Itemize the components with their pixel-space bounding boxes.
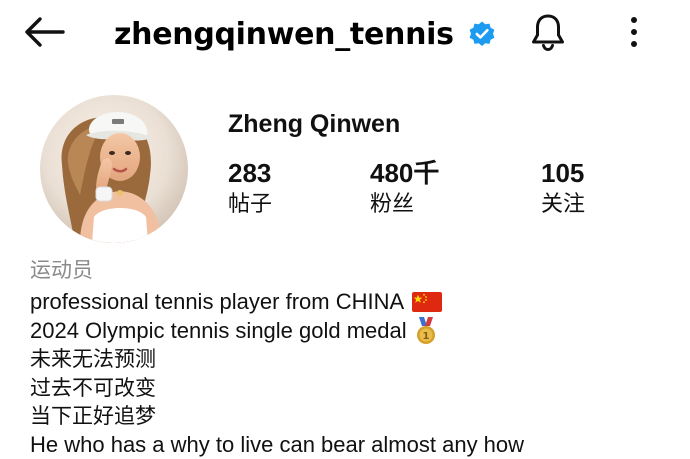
bio-line-text: 当下正好追梦 xyxy=(30,402,156,431)
profile-display-name: Zheng Qinwen xyxy=(228,110,400,139)
bio-line: 未来无法预测 xyxy=(30,345,680,374)
stat-followers-count: 480千 xyxy=(370,156,439,190)
profile-username: zhengqinwen_tennis xyxy=(114,17,454,52)
profile-category: 运动员 xyxy=(30,254,93,284)
title-area: zhengqinwen_tennis xyxy=(114,12,496,56)
bio-line-text: 2024 Olympic tennis single gold medal xyxy=(30,317,407,346)
stat-posts-label: 帖子 xyxy=(228,190,272,220)
bio-line: 2024 Olympic tennis single gold medal 1 xyxy=(30,317,680,346)
back-button[interactable] xyxy=(20,14,68,54)
svg-text:1: 1 xyxy=(422,331,429,342)
bio-line-text: 未来无法预测 xyxy=(30,345,156,374)
profile-avatar[interactable] xyxy=(40,95,188,243)
stat-posts-count: 283 xyxy=(228,156,272,190)
stat-following[interactable]: 105 关注 xyxy=(541,156,585,220)
stat-followers[interactable]: 480千 粉丝 xyxy=(370,156,439,220)
verified-badge-icon xyxy=(468,20,496,48)
bell-icon xyxy=(530,12,566,56)
bio-line: 过去不可改变 xyxy=(30,374,680,403)
top-bar: zhengqinwen_tennis xyxy=(0,0,690,70)
bio-line-text: professional tennis player from CHINA xyxy=(30,288,404,317)
bio-line: He who has a why to live can bear almost… xyxy=(30,431,680,459)
bio-line-text: 过去不可改变 xyxy=(30,374,156,403)
back-arrow-icon xyxy=(23,16,65,52)
stat-following-label: 关注 xyxy=(541,190,585,220)
stat-following-count: 105 xyxy=(541,156,585,190)
more-vertical-icon xyxy=(629,16,639,52)
china-flag-icon xyxy=(412,292,442,312)
stat-followers-label: 粉丝 xyxy=(370,190,439,220)
bio-line: 当下正好追梦 xyxy=(30,402,680,431)
more-options-button[interactable] xyxy=(612,12,656,56)
bio-line-text: He who has a why to live can bear almost… xyxy=(30,431,524,459)
profile-bio: professional tennis player from CHINA 20… xyxy=(30,288,680,459)
notifications-button[interactable] xyxy=(526,12,570,56)
stat-posts[interactable]: 283 帖子 xyxy=(228,156,272,220)
gold-medal-icon: 1 xyxy=(415,317,437,345)
bio-line: professional tennis player from CHINA xyxy=(30,288,680,317)
